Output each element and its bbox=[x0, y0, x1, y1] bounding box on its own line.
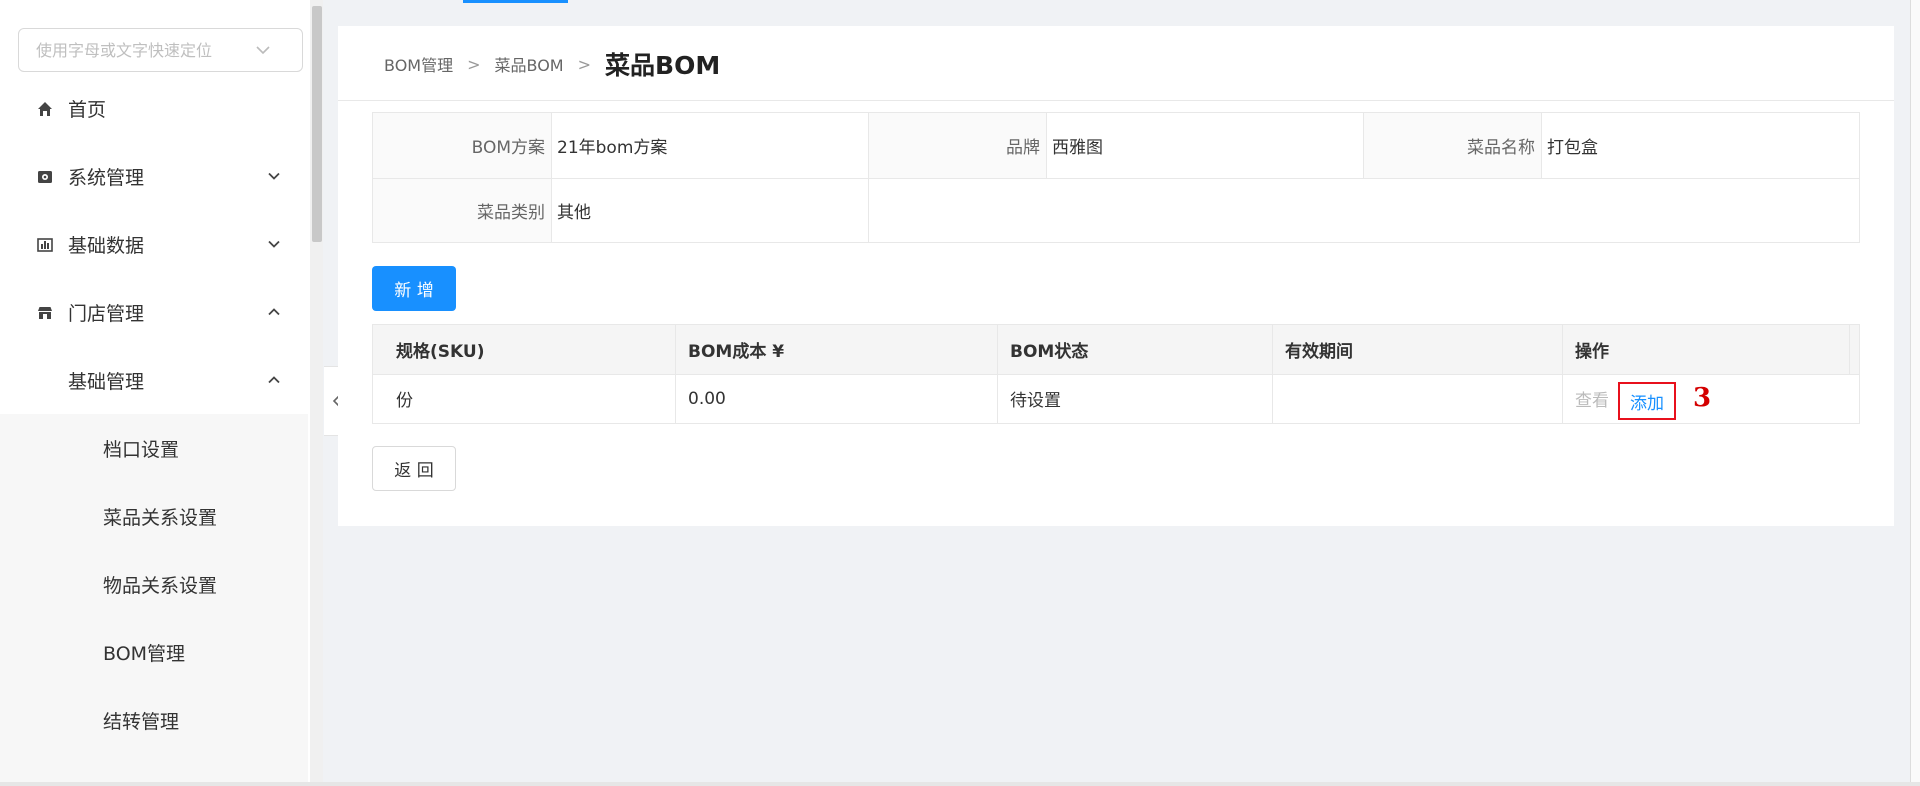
sku-table: 规格(SKU) BOM成本 ¥ BOM状态 有效期间 操作 份 0.00 待设置… bbox=[372, 324, 1860, 424]
sidebar-subitem-bom-management[interactable]: BOM管理 bbox=[103, 639, 185, 666]
column-header-bom-cost: BOM成本 ¥ bbox=[688, 342, 785, 362]
column-header-sku: 规格(SKU) bbox=[396, 342, 485, 362]
cell-bom-cost: 0.00 bbox=[688, 388, 726, 409]
table-divider bbox=[1363, 113, 1364, 178]
step-annotation-number: 3 bbox=[1693, 383, 1712, 413]
column-header-bom-status: BOM状态 bbox=[1010, 342, 1089, 362]
chevron-up-icon bbox=[268, 308, 280, 316]
breadcrumb-item[interactable]: BOM管理 bbox=[384, 52, 453, 76]
page-header: BOM管理 > 菜品BOM > 菜品BOM bbox=[338, 26, 1894, 101]
add-bom-link[interactable]: 添加 bbox=[1618, 382, 1676, 420]
breadcrumb-item[interactable]: 菜品BOM bbox=[495, 52, 564, 76]
chevron-down-icon[interactable] bbox=[254, 41, 272, 59]
brand-label: 品牌 bbox=[868, 113, 1046, 178]
store-icon bbox=[38, 307, 52, 319]
sidebar-search[interactable] bbox=[18, 28, 303, 72]
breadcrumb-separator: > bbox=[467, 54, 481, 74]
cell-bom-status: 待设置 bbox=[1010, 391, 1061, 411]
window-edge bbox=[0, 782, 1920, 786]
table-divider bbox=[373, 178, 1859, 179]
table-divider bbox=[1046, 113, 1047, 178]
menu-search-input[interactable] bbox=[34, 29, 268, 71]
menu-item-label: 首页 bbox=[68, 98, 107, 121]
active-tab-indicator bbox=[463, 0, 568, 3]
menu-item-basic-management[interactable]: 基础管理 bbox=[0, 355, 310, 405]
table-divider bbox=[1849, 325, 1850, 374]
breadcrumb: BOM管理 > 菜品BOM > 菜品BOM bbox=[384, 44, 720, 84]
column-header-valid-period: 有效期间 bbox=[1285, 342, 1353, 362]
table-divider bbox=[551, 113, 552, 242]
menu-item-basic-data[interactable]: 基础数据 bbox=[0, 219, 310, 269]
menu-item-system-management[interactable]: 系统管理 bbox=[0, 151, 310, 201]
menu-item-label: 门店管理 bbox=[68, 302, 145, 325]
sidebar-subitem-carryover[interactable]: 结转管理 bbox=[103, 707, 179, 734]
add-new-button[interactable]: 新 增 bbox=[372, 266, 456, 311]
menu-item-store-management[interactable]: 门店管理 bbox=[0, 287, 310, 337]
sidebar: 首页 系统管理 基础数据 门店管理 bbox=[0, 0, 310, 786]
main-content: BOM管理 > 菜品BOM > 菜品BOM BOM方案 21年bom方案 品牌 … bbox=[338, 26, 1894, 526]
bom-plan-label: BOM方案 bbox=[373, 113, 551, 178]
dish-name-value: 打包盒 bbox=[1541, 113, 1859, 178]
table-divider bbox=[1272, 325, 1273, 423]
brand-value: 西雅图 bbox=[1046, 113, 1363, 178]
column-header-actions: 操作 bbox=[1575, 342, 1609, 362]
home-icon bbox=[38, 102, 52, 116]
dish-category-label: 菜品类别 bbox=[373, 178, 551, 242]
chevron-up-icon bbox=[268, 376, 280, 384]
sidebar-subitem-stall-settings[interactable]: 档口设置 bbox=[103, 435, 179, 462]
table-divider bbox=[675, 325, 676, 423]
system-settings-icon bbox=[38, 171, 52, 183]
dish-category-value: 其他 bbox=[551, 178, 868, 242]
page-title: 菜品BOM bbox=[605, 51, 721, 80]
window-edge bbox=[1910, 0, 1920, 786]
chevron-down-icon bbox=[268, 172, 280, 180]
table-divider bbox=[997, 325, 998, 423]
back-button[interactable]: 返 回 bbox=[372, 446, 456, 491]
sidebar-scrollbar-thumb[interactable] bbox=[312, 6, 322, 242]
table-divider bbox=[1541, 113, 1542, 178]
menu-item-label: 基础数据 bbox=[68, 234, 145, 257]
dish-name-label: 菜品名称 bbox=[1363, 113, 1541, 178]
bar-chart-icon bbox=[37, 238, 53, 252]
sidebar-subitem-item-relation[interactable]: 物品关系设置 bbox=[103, 571, 217, 598]
sidebar-subitem-dish-relation[interactable]: 菜品关系设置 bbox=[103, 503, 217, 530]
bom-plan-value: 21年bom方案 bbox=[551, 113, 868, 178]
menu-item-home[interactable]: 首页 bbox=[0, 83, 310, 133]
cell-sku: 份 bbox=[396, 391, 413, 411]
table-divider bbox=[1562, 325, 1563, 423]
dish-info-table: BOM方案 21年bom方案 品牌 西雅图 菜品名称 打包盒 菜品类别 其他 bbox=[372, 112, 1860, 243]
chevron-down-icon bbox=[268, 240, 280, 248]
breadcrumb-separator: > bbox=[577, 54, 592, 74]
menu-item-label: 系统管理 bbox=[68, 166, 145, 189]
table-divider bbox=[868, 113, 869, 242]
view-link[interactable]: 查看 bbox=[1575, 374, 1609, 423]
menu-item-label: 基础管理 bbox=[68, 370, 145, 393]
table-header bbox=[373, 325, 1859, 374]
table-divider bbox=[373, 374, 1859, 375]
